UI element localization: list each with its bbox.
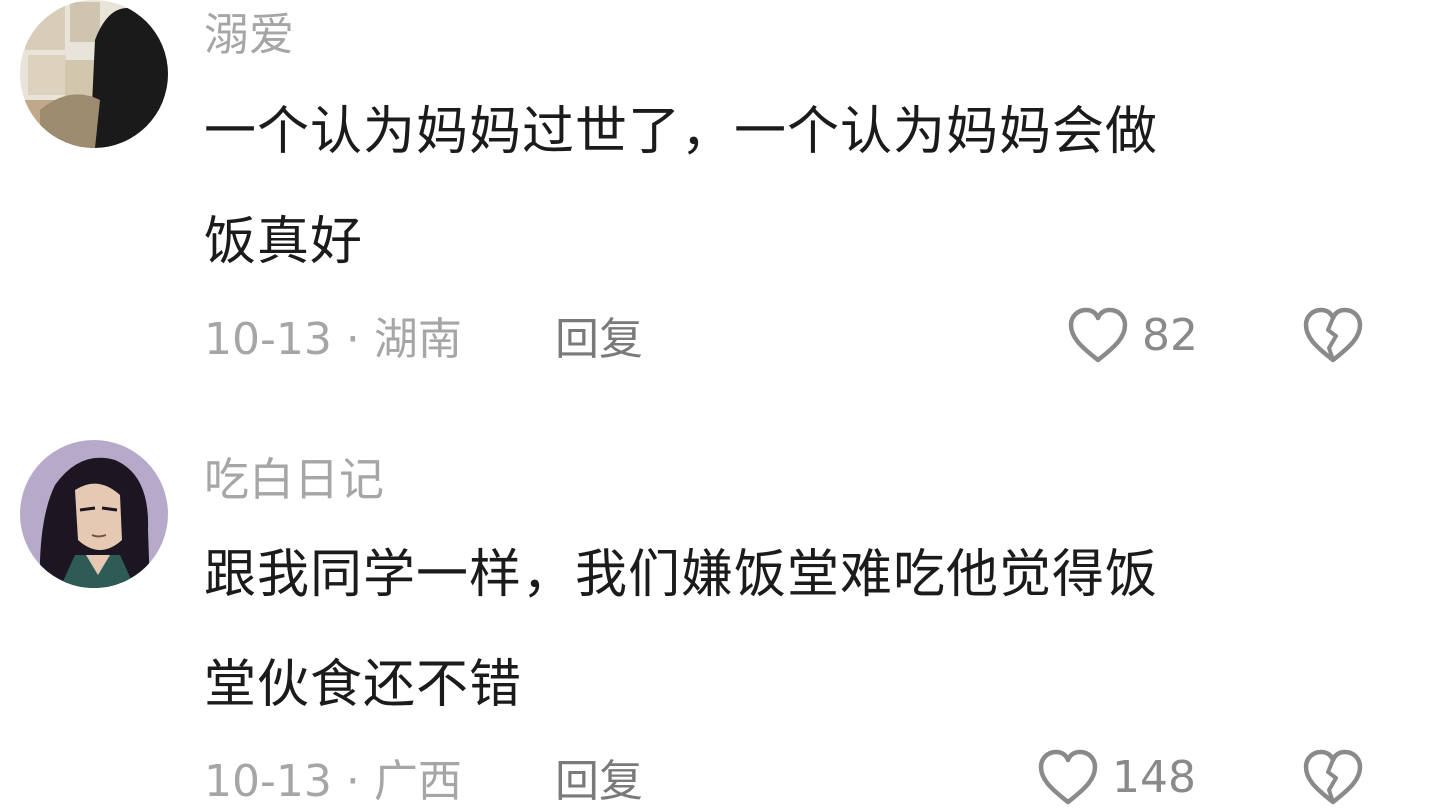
comment-text-line: 一个认为妈妈过世了，一个认为妈妈会做	[204, 102, 1159, 162]
meta-separator: ·	[331, 314, 374, 365]
reply-button[interactable]: 回复	[555, 318, 643, 362]
dislike-button[interactable]	[1301, 306, 1365, 366]
username[interactable]: 吃白日记	[204, 457, 384, 502]
comment-location: 广西	[373, 756, 462, 807]
comment-item: 吃白日记 跟我同学一样，我们嫌饭堂难吃他觉得饭 堂伙食还不错 10-13 · 广…	[0, 440, 1440, 810]
like-count: 82	[1142, 310, 1198, 361]
comment-meta: 10-13 · 湖南	[204, 318, 462, 362]
comment-text: 跟我同学一样，我们嫌饭堂难吃他觉得饭 堂伙食还不错	[204, 520, 1334, 740]
comment-meta: 10-13 · 广西	[204, 760, 462, 804]
comment-text-line: 跟我同学一样，我们嫌饭堂难吃他觉得饭	[204, 545, 1159, 605]
heart-outline-icon	[1036, 748, 1100, 808]
heart-outline-icon	[1066, 306, 1130, 366]
comment-location: 湖南	[373, 314, 462, 365]
comment-text-line: 饭真好	[204, 212, 364, 272]
avatar[interactable]	[20, 440, 168, 588]
comment-text-line: 堂伙食还不错	[204, 655, 523, 715]
comment-date: 10-13	[204, 756, 332, 807]
avatar[interactable]	[20, 0, 168, 148]
dislike-button[interactable]	[1301, 748, 1365, 808]
broken-heart-outline-icon	[1301, 306, 1365, 366]
like-button[interactable]: 148	[1036, 748, 1196, 808]
comment-item: 溺爱 一个认为妈妈过世了，一个认为妈妈会做 饭真好 10-13 · 湖南 回复 …	[0, 0, 1440, 400]
comment-text: 一个认为妈妈过世了，一个认为妈妈会做 饭真好	[204, 77, 1334, 297]
meta-separator: ·	[331, 756, 374, 807]
broken-heart-outline-icon	[1301, 748, 1365, 808]
like-count: 148	[1112, 752, 1196, 803]
avatar-image	[20, 440, 168, 588]
like-button[interactable]: 82	[1066, 306, 1198, 366]
reply-button[interactable]: 回复	[555, 760, 643, 804]
username[interactable]: 溺爱	[204, 12, 294, 57]
comment-date: 10-13	[204, 314, 332, 365]
avatar-image	[20, 0, 168, 148]
